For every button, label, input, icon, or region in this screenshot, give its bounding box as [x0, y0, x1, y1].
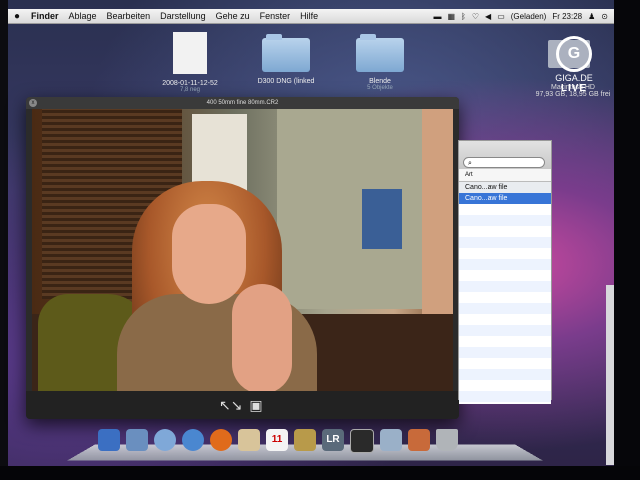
preview-icon[interactable] — [238, 429, 260, 451]
close-icon[interactable]: x — [29, 99, 37, 107]
desktop-item-label: D300 DNG (linked — [257, 78, 315, 85]
menu-darstellung[interactable]: Darstellung — [155, 11, 211, 21]
bluetooth-icon[interactable]: ᛒ — [461, 12, 466, 21]
list-item-selected[interactable]: Cano...aw file — [459, 193, 551, 204]
quick-look-titlebar[interactable]: x 400 50mm fine 80mm.CR2 — [26, 97, 459, 109]
dock: 11 LR — [66, 425, 544, 463]
clock[interactable]: Fr 23:28 — [552, 12, 582, 21]
bezel-right — [614, 0, 640, 480]
bezel-bottom — [0, 466, 640, 480]
menu-bearbeiten[interactable]: Bearbeiten — [102, 11, 156, 21]
menu-ablage[interactable]: Ablage — [64, 11, 102, 21]
menu-hilfe[interactable]: Hilfe — [295, 11, 323, 21]
user-icon[interactable]: ♟ — [588, 12, 595, 21]
ical-icon[interactable]: 11 — [266, 429, 288, 451]
folder-icon — [262, 34, 310, 72]
photo-person-arm — [232, 284, 292, 391]
giga-site: GIGA.DE — [555, 73, 593, 83]
photo-preview — [32, 109, 453, 391]
menu-gehe-zu[interactable]: Gehe zu — [211, 11, 255, 21]
fullscreen-icon[interactable]: ↖↘ — [219, 396, 242, 414]
quick-look-toolbar: ↖↘ ▣ — [26, 391, 459, 419]
list-empty-rows — [459, 204, 551, 404]
battery-status[interactable]: (Geladen) — [511, 12, 547, 21]
wifi-icon[interactable]: ♡ — [472, 12, 479, 21]
spotlight-icon[interactable]: ⊙ — [601, 12, 608, 21]
bezel-left — [0, 0, 8, 480]
spaces-icon[interactable]: ▦ — [447, 12, 455, 21]
desktop-item-sublabel: 5 Objekte — [367, 85, 393, 91]
dock-icons: 11 LR — [98, 429, 458, 453]
monitor-icon[interactable] — [350, 429, 374, 453]
add-to-iphoto-icon[interactable]: ▣ — [247, 396, 265, 414]
scrollbar[interactable] — [606, 285, 614, 465]
desktop-file-item[interactable]: 2008-01-11-12-52 7,8 neg — [150, 32, 230, 93]
menu-extras: ▬ ▦ ᛒ ♡ ◀ ▭ (Geladen) Fr 23:28 ♟ ⊙ — [433, 12, 614, 21]
giga-logo: G — [556, 36, 592, 72]
desktop-item-label: 2008-01-11-12-52 — [162, 80, 218, 87]
mail-icon[interactable] — [126, 429, 148, 451]
safari-icon[interactable] — [182, 429, 204, 451]
photo-wall — [277, 109, 427, 309]
desktop: ● Finder Ablage Bearbeiten Darstellung G… — [0, 0, 640, 480]
menu-fenster[interactable]: Fenster — [255, 11, 296, 21]
file-icon — [173, 32, 207, 74]
finder-list-toolbar: ⌕ — [459, 141, 551, 169]
folder-icon — [356, 34, 404, 72]
column-header-kind[interactable]: Art — [459, 169, 551, 182]
desktop-folder-item[interactable]: Blende 5 Objekte — [345, 34, 415, 91]
lightroom-icon[interactable]: LR — [322, 429, 344, 451]
search-icon: ⌕ — [468, 160, 472, 167]
photo-person-face — [172, 204, 246, 304]
menu-finder[interactable]: Finder — [26, 11, 64, 21]
finder-icon[interactable] — [98, 429, 120, 451]
photo-poster — [362, 189, 402, 249]
giga-live: LIVE — [560, 83, 588, 94]
giga-watermark: G GIGA.DE LIVE — [544, 36, 604, 94]
toolbox-icon[interactable] — [294, 429, 316, 451]
flag-icon[interactable]: ▬ — [433, 12, 441, 21]
desktop-item-label: Blende — [369, 78, 391, 85]
quick-look-title: 400 50mm fine 80mm.CR2 — [206, 100, 279, 106]
battery-icon[interactable]: ▭ — [497, 12, 505, 21]
search-input[interactable]: ⌕ — [463, 157, 545, 168]
toolbox-icon[interactable] — [408, 429, 430, 451]
firefox-icon[interactable] — [210, 429, 232, 451]
photo-icon[interactable] — [380, 429, 402, 451]
desktop-item-sublabel: 7,8 neg — [179, 87, 201, 93]
volume-icon[interactable]: ◀ — [485, 12, 491, 21]
apple-menu-icon[interactable]: ● — [8, 11, 26, 22]
itunes-icon[interactable] — [154, 429, 176, 451]
quick-look-window: x 400 50mm fine 80mm.CR2 ↖↘ ▣ — [26, 97, 459, 419]
finder-list-window: ⌕ Art Cano...aw file Cano...aw file — [458, 140, 552, 404]
menu-bar: ● Finder Ablage Bearbeiten Darstellung G… — [8, 9, 614, 24]
list-item[interactable]: Cano...aw file — [459, 182, 551, 193]
trash-icon[interactable] — [436, 429, 458, 451]
desktop-folder-item[interactable]: D300 DNG (linked — [248, 34, 324, 85]
